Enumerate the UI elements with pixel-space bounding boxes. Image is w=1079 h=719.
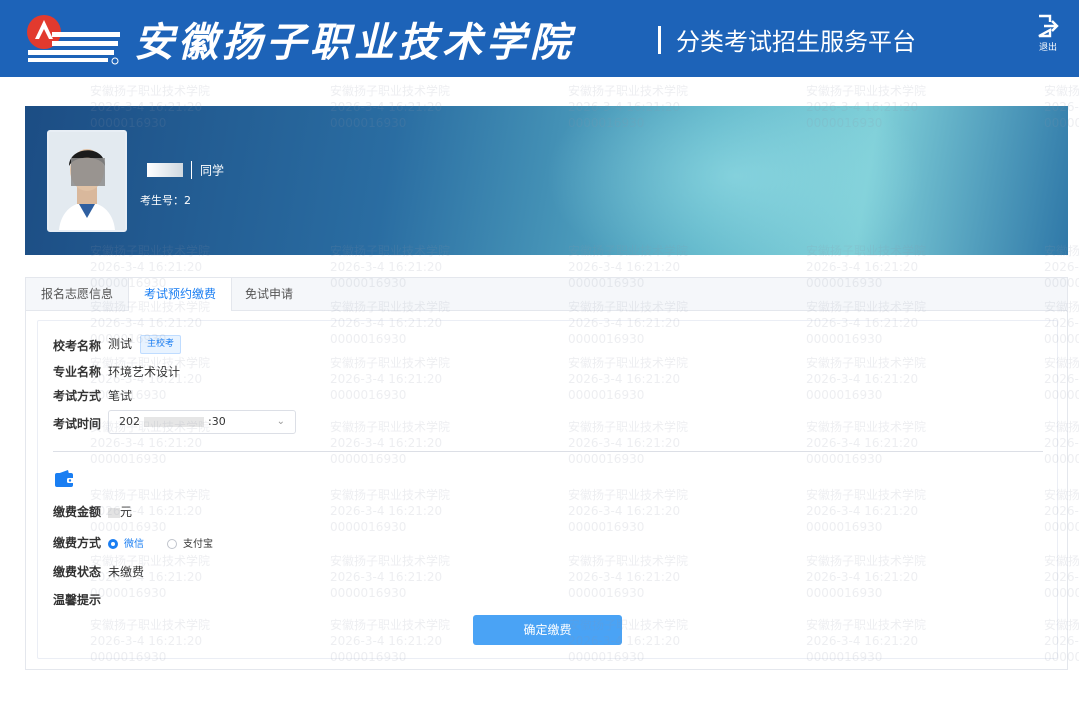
student-name: 同学 — [147, 161, 224, 179]
radio-dot — [108, 539, 118, 549]
avatar — [47, 130, 127, 232]
main-exam-tag: 主校考 — [140, 335, 182, 354]
amount-value: 元 — [108, 503, 132, 520]
logout-icon — [1038, 14, 1059, 38]
logout-button[interactable]: 退出 — [1033, 14, 1063, 64]
exam-time-end: :30 — [208, 415, 226, 428]
student-suffix: 同学 — [200, 163, 225, 178]
exam-time-start: 202 — [119, 415, 140, 428]
platform-name: 分类考试招生服务平台 — [676, 28, 916, 56]
tab-exemption[interactable]: 免试申请 — [230, 278, 308, 310]
school-logo-icon — [22, 12, 122, 66]
exam-number-value: 2 — [184, 194, 191, 207]
status-label: 缴费状态 — [53, 565, 102, 579]
radio-wechat[interactable]: 微信 — [108, 535, 144, 550]
exam-number-label: 考生号： — [140, 194, 184, 207]
school-name: 安徽扬子职业技术学院 — [134, 19, 574, 66]
tab-application-info[interactable]: 报名志愿信息 — [26, 278, 128, 310]
radio-dot — [167, 539, 177, 549]
wallet-icon — [55, 470, 75, 487]
amount-label: 缴费金额 — [53, 505, 102, 519]
exam-time-select[interactable]: 202 :30 ⌄ — [108, 410, 296, 434]
school-label: 校考名称 — [53, 339, 102, 353]
logout-label: 退出 — [1038, 43, 1057, 53]
method-value: 笔试 — [108, 389, 133, 403]
method-label: 考试方式 — [53, 389, 102, 403]
top-header: 安徽扬子职业技术学院 分类考试招生服务平台 退出 — [0, 0, 1079, 77]
tabs-panel: 报名志愿信息 考试预约缴费 免试申请 校考名称 测试 主校考 专业名称 环境艺术设… — [25, 277, 1068, 670]
section-divider — [53, 451, 1043, 452]
tips-label: 温馨提示 — [53, 593, 102, 607]
status-value: 未缴费 — [108, 565, 145, 579]
payment-card: 校考名称 测试 主校考 专业名称 环境艺术设计 考试方式 笔试 考试时间 202:… — [37, 320, 1058, 659]
chevron-down-icon: ⌄ — [276, 416, 285, 427]
major-label: 专业名称 — [53, 365, 102, 379]
header-divider — [658, 26, 661, 54]
major-value: 环境艺术设计 — [108, 365, 181, 379]
tab-bar: 报名志愿信息 考试预约缴费 免试申请 — [26, 278, 1067, 311]
time-label: 考试时间 — [53, 417, 102, 431]
amount-unit: 元 — [120, 505, 133, 519]
confirm-payment-button[interactable]: 确定缴费 — [473, 615, 622, 645]
tab-exam-booking-payment[interactable]: 考试预约缴费 — [128, 278, 232, 311]
exam-number: 考生号：2 — [140, 192, 191, 208]
profile-banner: 同学 考生号：2 — [25, 106, 1068, 255]
school-value-text: 测试 — [108, 337, 133, 351]
radio-alipay[interactable]: 支付宝 — [167, 535, 213, 550]
pay-method-label: 缴费方式 — [53, 536, 102, 550]
school-value: 测试 主校考 — [108, 335, 182, 354]
